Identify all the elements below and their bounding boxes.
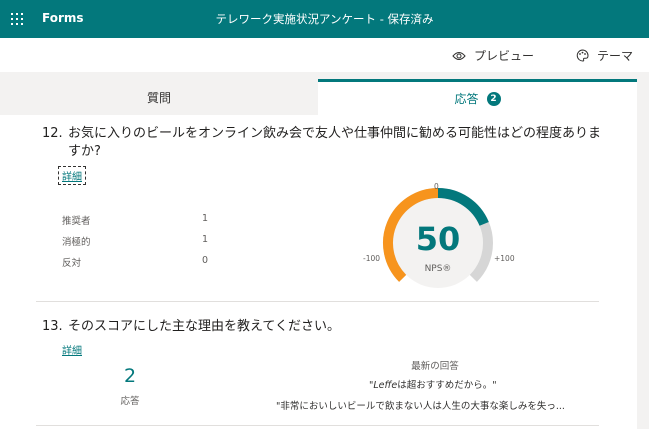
palette-icon — [576, 49, 589, 62]
tab-responses[interactable]: 応答 2 — [318, 79, 637, 115]
latest-response-item: "非常においしいビールで飲まない人は人生の大事な楽しみを失っ... — [276, 401, 565, 412]
question-divider — [36, 301, 599, 302]
nps-score: 50 — [415, 220, 461, 258]
theme-label: テーマ — [597, 49, 634, 63]
nps-tick-zero: 0 — [434, 182, 439, 191]
document-title: テレワーク実施状況アンケート - 保存済み — [215, 12, 434, 26]
nps-tick-min: -100 — [363, 254, 381, 263]
question-12-text-line1: お気に入りのビールをオンライン飲み会で友人や仕事仲間に勧める可能性はどの程度あり… — [68, 126, 602, 141]
question-12-title: 12. お気に入りのビールをオンライン飲み会で友人や仕事仲間に勧める可能性はどの… — [42, 125, 602, 165]
stat-label: 推奨者 — [62, 216, 91, 227]
response-count: 2 — [123, 365, 137, 387]
preview-label: プレビュー — [474, 49, 535, 63]
tab-questions-label: 質問 — [146, 90, 171, 105]
eye-icon — [452, 51, 466, 60]
question-13-text: そのスコアにした主な理由を教えてください。 — [68, 319, 340, 334]
stat-label: 消極的 — [62, 237, 91, 248]
tab-responses-label: 応答 — [454, 92, 479, 106]
theme-button[interactable]: テーマ — [576, 47, 633, 64]
stat-value: 1 — [202, 213, 209, 224]
stat-value: 1 — [202, 234, 209, 245]
responses-panel: 12. お気に入りのビールをオンライン飲み会で友人や仕事仲間に勧める可能性はどの… — [0, 115, 637, 429]
stat-value: 0 — [202, 255, 209, 266]
toolbar: プレビュー テーマ — [0, 38, 649, 72]
latest-responses-header: 最新の回答 — [411, 361, 459, 372]
nps-label: NPS® — [424, 264, 452, 274]
question-divider — [36, 425, 599, 426]
question-12-text-line2: すか? — [68, 144, 101, 159]
question-13-details-link[interactable]: 詳細 — [62, 342, 82, 357]
response-emphasis: Leffe — [373, 380, 398, 391]
response-text: は超おすすめだから。" — [397, 380, 497, 391]
app-header: Forms テレワーク実施状況アンケート - 保存済み — [0, 0, 649, 38]
preview-button[interactable]: プレビュー — [452, 47, 534, 64]
question-12-details-link[interactable]: 詳細 — [58, 166, 86, 185]
question-13-number: 13. — [42, 319, 63, 334]
question-12-number: 12. — [42, 126, 63, 141]
nps-tick-max: +100 — [494, 254, 515, 263]
response-count-label: 応答 — [120, 396, 140, 407]
latest-response-item: "Leffeは超おすすめだから。" — [369, 377, 497, 391]
responses-count-badge: 2 — [486, 91, 501, 106]
question-13-title: 13. そのスコアにした主な理由を教えてください。 — [42, 318, 602, 336]
stat-label: 反対 — [62, 258, 82, 269]
view-tabs: 質問 応答 2 — [0, 79, 637, 115]
tab-questions[interactable]: 質問 — [0, 79, 318, 115]
